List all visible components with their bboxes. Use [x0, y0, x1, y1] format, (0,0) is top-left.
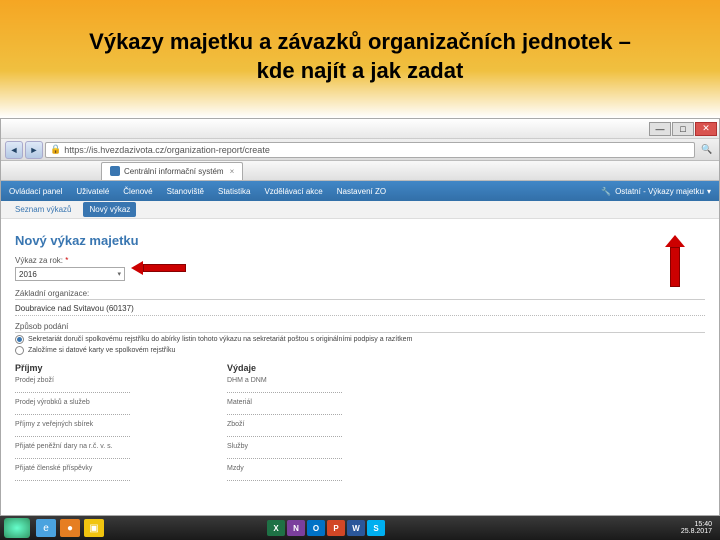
radio-icon: [15, 346, 24, 355]
columns: Příjmy Prodej zboží Prodej výrobků a slu…: [15, 363, 705, 487]
taskbar-powerpoint-icon[interactable]: P: [327, 520, 345, 536]
address-bar: ◄ ► 🔒 https://is.hvezdazivota.cz/organiz…: [1, 139, 719, 161]
subtab-new[interactable]: Nový výkaz: [83, 202, 136, 217]
org-value: Doubravice nad Svitavou (60137): [15, 302, 705, 316]
subtab-list[interactable]: Seznam výkazů: [9, 202, 77, 217]
menu-education[interactable]: Vzdělávací akce: [264, 187, 322, 196]
main-menu: Ovládací panel Uživatelé Členové Stanovi…: [1, 181, 719, 201]
url-input[interactable]: 🔒 https://is.hvezdazivota.cz/organizatio…: [45, 142, 695, 158]
url-text: https://is.hvezdazivota.cz/organization-…: [64, 145, 270, 155]
method-section-head: Způsob podání: [15, 322, 705, 333]
browser-window: — □ ✕ ◄ ► 🔒 https://is.hvezdazivota.cz/o…: [0, 118, 720, 516]
year-label: Výkaz za rok: *: [15, 256, 705, 265]
start-button[interactable]: [4, 518, 30, 538]
menu-stations[interactable]: Stanoviště: [167, 187, 204, 196]
tab-title: Centrální informační systém: [124, 167, 224, 176]
title-line1: Výkazy majetku a závazků organizačních j…: [89, 29, 631, 54]
expense-title: Výdaje: [227, 363, 417, 373]
method-opt2-label: Založíme si datové karty ve spolkovém re…: [28, 347, 175, 354]
income-f3-input[interactable]: [15, 429, 130, 437]
taskbar-onenote-icon[interactable]: N: [287, 520, 305, 536]
expense-f3-input[interactable]: [227, 429, 342, 437]
minimize-button[interactable]: —: [649, 122, 671, 136]
taskbar-explorer-icon[interactable]: ▣: [84, 519, 104, 537]
taskbar-office-group: X N O P W S: [266, 520, 386, 536]
income-f4: Přijaté peněžní dary na r.č. v. s.: [15, 443, 205, 450]
menu-settings[interactable]: Nastavení ZO: [337, 187, 386, 196]
income-f1: Prodej zboží: [15, 377, 205, 384]
clock-time: 15:40: [681, 521, 712, 528]
income-f2-input[interactable]: [15, 407, 130, 415]
wrench-icon: 🔧: [601, 187, 611, 196]
search-icon[interactable]: 🔍: [699, 142, 715, 158]
expense-f2: Materiál: [227, 399, 417, 406]
expense-f2-input[interactable]: [227, 407, 342, 415]
tab-close-icon[interactable]: ×: [230, 167, 235, 176]
income-f3: Příjmy z veřejných sbírek: [15, 421, 205, 428]
sub-tabs: Seznam výkazů Nový výkaz: [1, 201, 719, 219]
lock-icon: 🔒: [50, 144, 61, 155]
close-button[interactable]: ✕: [695, 122, 717, 136]
org-section-head: Základní organizace:: [15, 289, 705, 300]
income-f1-input[interactable]: [15, 385, 130, 393]
taskbar-word-icon[interactable]: W: [347, 520, 365, 536]
menu-other-label: Ostatní - Výkazy majetku: [615, 187, 704, 196]
expense-f5-input[interactable]: [227, 473, 342, 481]
clock: 15:40 25.8.2017: [681, 521, 712, 535]
menu-members[interactable]: Členové: [123, 187, 152, 196]
income-f5-input[interactable]: [15, 473, 130, 481]
forward-button[interactable]: ►: [25, 141, 43, 159]
radio-icon-checked: [15, 335, 24, 344]
income-title: Příjmy: [15, 363, 205, 373]
taskbar-skype-icon[interactable]: S: [367, 520, 385, 536]
back-button[interactable]: ◄: [5, 141, 23, 159]
expense-f1: DHM a DNM: [227, 377, 417, 384]
menu-panel[interactable]: Ovládací panel: [9, 187, 62, 196]
chevron-down-icon: ▾: [117, 270, 121, 278]
menu-right[interactable]: 🔧 Ostatní - Výkazy majetku ▾: [601, 187, 711, 196]
method-option-1[interactable]: Sekretariát doručí spolkovému rejstříku …: [15, 335, 705, 344]
income-f2: Prodej výrobků a služeb: [15, 399, 205, 406]
title-line2: kde najít a jak zadat: [257, 58, 464, 83]
caret-down-icon: ▾: [707, 187, 711, 196]
favicon-icon: [110, 166, 120, 176]
menu-stats[interactable]: Statistika: [218, 187, 250, 196]
clock-date: 25.8.2017: [681, 528, 712, 535]
method-opt1-label: Sekretariát doručí spolkovému rejstříku …: [28, 336, 412, 343]
expense-f4: Služby: [227, 443, 417, 450]
expense-f4-input[interactable]: [227, 451, 342, 459]
slide-title: Výkazy majetku a závazků organizačních j…: [10, 28, 710, 85]
form-area: Nový výkaz majetku Výkaz za rok: * 2016 …: [1, 219, 719, 495]
expense-f3: Zboží: [227, 421, 417, 428]
income-f5: Přijaté členské příspěvky: [15, 465, 205, 472]
taskbar-excel-icon[interactable]: X: [267, 520, 285, 536]
maximize-button[interactable]: □: [672, 122, 694, 136]
browser-tab[interactable]: Centrální informační systém ×: [101, 162, 243, 180]
expense-column: Výdaje DHM a DNM Materiál Zboží Služby M…: [227, 363, 417, 487]
system-tray[interactable]: 15:40 25.8.2017: [681, 521, 716, 535]
year-value: 2016: [19, 270, 37, 279]
taskbar: e ● ▣ X N O P W S 15:40 25.8.2017: [0, 516, 720, 540]
expense-f1-input[interactable]: [227, 385, 342, 393]
tabs-bar: Centrální informační systém ×: [1, 161, 719, 181]
page-content: Ovládací panel Uživatelé Členové Stanovi…: [1, 181, 719, 515]
income-column: Příjmy Prodej zboží Prodej výrobků a slu…: [15, 363, 205, 487]
menu-users[interactable]: Uživatelé: [76, 187, 109, 196]
form-heading: Nový výkaz majetku: [15, 233, 705, 248]
expense-f5: Mzdy: [227, 465, 417, 472]
taskbar-outlook-icon[interactable]: O: [307, 520, 325, 536]
income-f4-input[interactable]: [15, 451, 130, 459]
taskbar-firefox-icon[interactable]: ●: [60, 519, 80, 537]
window-titlebar: — □ ✕: [1, 119, 719, 139]
method-option-2[interactable]: Založíme si datové karty ve spolkovém re…: [15, 346, 705, 355]
year-select[interactable]: 2016 ▾: [15, 267, 125, 281]
slide-header: Výkazy majetku a závazků organizačních j…: [0, 0, 720, 118]
taskbar-ie-icon[interactable]: e: [36, 519, 56, 537]
